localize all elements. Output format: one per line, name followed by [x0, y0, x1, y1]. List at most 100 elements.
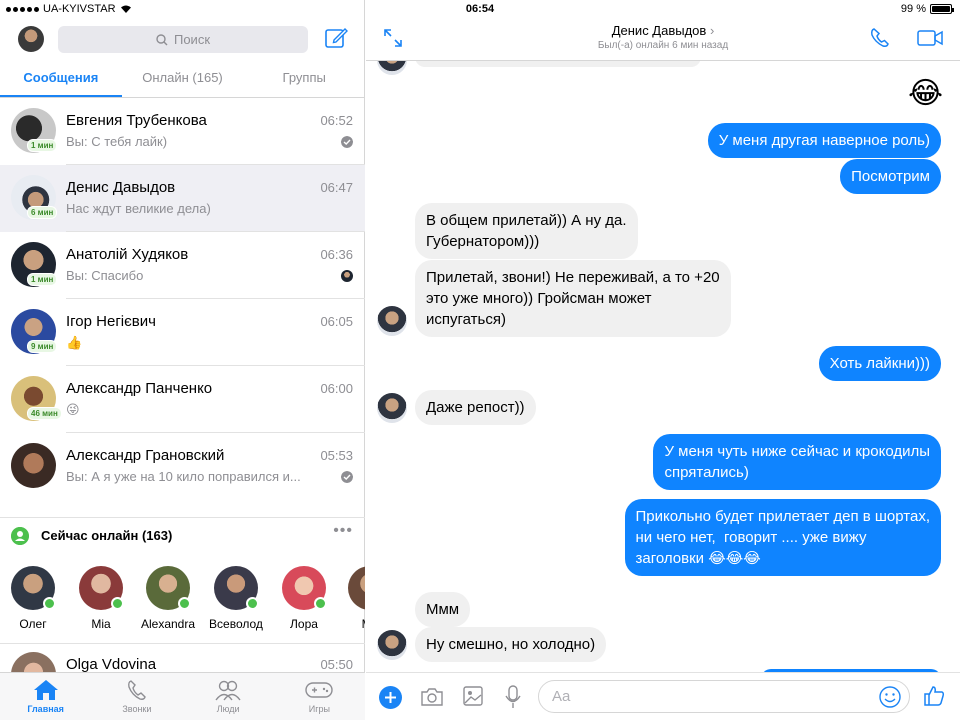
conversation-time: 05:53: [320, 448, 353, 463]
sidebar-header: Поиск: [0, 20, 365, 60]
avatar: [146, 566, 191, 610]
message-bubble-incoming: Ммм: [415, 592, 471, 627]
conversation-item[interactable]: 46 мин Александр Панченко 😜 06:00: [0, 366, 365, 433]
conversation-item[interactable]: Александр Грановский Вы: А я уже на 10 к…: [0, 433, 365, 500]
tab-label: Звонки: [122, 704, 152, 714]
online-person[interactable]: Mia: [71, 566, 131, 631]
message-bubble-outgoing: Прикольно будет прилетает деп в шортах, …: [624, 499, 941, 576]
tab-games[interactable]: Игры: [274, 673, 365, 720]
search-placeholder: Поиск: [173, 32, 211, 47]
gallery-icon[interactable]: [463, 686, 483, 706]
online-person[interactable]: Всеволод: [206, 566, 266, 631]
tab-groups[interactable]: Группы: [243, 60, 365, 97]
tab-calls[interactable]: Звонки: [91, 673, 182, 720]
conversation-name: Ігор Негієвич: [66, 313, 156, 330]
avatar: [377, 630, 407, 660]
online-person-name: Alexandra: [140, 617, 196, 631]
active-time-badge: 1 мин: [27, 273, 58, 286]
tab-label: Люди: [216, 704, 240, 714]
active-time-badge: 6 мин: [27, 206, 58, 219]
video-call-icon[interactable]: [917, 29, 943, 47]
add-icon[interactable]: [379, 686, 402, 709]
conversation-time: 06:05: [320, 314, 353, 329]
online-person[interactable]: Ми: [340, 566, 365, 631]
conversation-preview: Вы: С тебя лайк): [66, 134, 168, 149]
tab-label: Главная: [27, 704, 64, 714]
tab-people[interactable]: Люди: [183, 673, 274, 720]
like-icon[interactable]: [923, 685, 945, 707]
tab-messages[interactable]: Сообщения: [0, 60, 122, 97]
avatar: [348, 566, 365, 610]
emoji-message: 😂: [907, 77, 943, 110]
avatar: [282, 566, 327, 610]
home-icon: [33, 680, 58, 700]
sidebar-tabs: Сообщения Онлайн (165) Группы: [0, 60, 365, 98]
conversation-name: Денис Давыдов: [66, 179, 176, 196]
conversation-time: 05:50: [320, 657, 353, 672]
avatar: [11, 566, 56, 610]
message-input[interactable]: Aa: [538, 680, 910, 713]
online-person-name: Ми: [340, 617, 365, 631]
message-bubble-incoming: Прилетай, звони!) Не переживай, а то +20…: [415, 260, 731, 337]
seen-avatar-icon: [341, 270, 353, 282]
message-bubble-partial: [415, 61, 701, 67]
conversation-item[interactable]: 1 мин Анатолій Худяков Вы: Спасибо 06:36: [0, 232, 365, 299]
avatar: [377, 306, 407, 336]
status-bar: UA-KYIVSTAR 06:54 99 %: [0, 0, 960, 20]
bottom-tab-bar: Главная Звонки Люди Игры: [0, 672, 365, 720]
sent-check-icon: [341, 136, 353, 148]
conversation-item[interactable]: 1 мин Евгения Трубенкова Вы: С тебя лайк…: [0, 98, 365, 165]
search-input[interactable]: Поиск: [58, 26, 308, 53]
more-icon[interactable]: •••: [333, 522, 353, 540]
online-now-title: Сейчас онлайн (163): [41, 528, 173, 543]
online-person-name: Mia: [91, 617, 111, 631]
online-indicator: [43, 597, 56, 610]
active-time-badge: 1 мин: [27, 139, 58, 152]
message-composer: Aa: [366, 672, 960, 720]
message-placeholder: Aa: [552, 688, 571, 705]
conversation-item[interactable]: 6 мин Денис Давыдов Нас ждут великие дел…: [0, 165, 365, 232]
online-indicator: [246, 597, 259, 610]
online-people-row: Олег Mia Alexandra Всеволод Лора Ми: [0, 560, 365, 640]
online-now-header: Сейчас онлайн (163) •••: [0, 517, 365, 553]
message-bubble-outgoing: У меня чуть ниже сейчас и крокодилы спря…: [653, 434, 941, 490]
contact-name-text: Денис Давыдов: [611, 23, 707, 38]
person-online-icon: [11, 527, 29, 545]
clock: 06:54: [465, 3, 495, 15]
conversation-name: Александр Панченко: [66, 380, 213, 397]
conversation-item[interactable]: 9 мин Ігор Негієвич 👍 06:05: [0, 299, 365, 366]
sent-check-icon: [341, 471, 353, 483]
conversation-time: 06:52: [320, 113, 353, 128]
chevron-right-icon: ›: [709, 23, 715, 38]
avatar: [11, 443, 56, 488]
message-thread: 😂 У меня другая наверное роль) Посмотрим…: [366, 61, 960, 672]
avatar: [214, 566, 259, 610]
camera-icon[interactable]: [420, 687, 444, 707]
conversation-name: Olga Vdovina: [66, 656, 157, 673]
conversation-time: 06:00: [320, 381, 353, 396]
conversation-list: 1 мин Евгения Трубенкова Вы: С тебя лайк…: [0, 98, 365, 500]
microphone-icon[interactable]: [505, 685, 521, 709]
online-person-name: Лора: [290, 617, 318, 631]
compose-icon[interactable]: [324, 26, 348, 50]
online-person[interactable]: Alexandra: [138, 566, 198, 631]
online-person[interactable]: Лора: [274, 566, 334, 631]
message-bubble-outgoing: Посмотрим: [840, 159, 941, 194]
online-indicator: [314, 597, 327, 610]
search-icon: [156, 33, 168, 45]
conversation-time: 06:47: [320, 180, 353, 195]
my-avatar[interactable]: [18, 26, 44, 52]
phone-call-icon[interactable]: [869, 27, 891, 49]
emoji-icon[interactable]: [879, 686, 901, 708]
conversation-preview: Вы: А я уже на 10 кило поправился и...: [66, 469, 301, 484]
online-person-name: Всеволод: [209, 617, 263, 631]
conversation-time: 06:36: [320, 247, 353, 262]
online-person[interactable]: Олег: [3, 566, 63, 631]
tab-online[interactable]: Онлайн (165): [122, 60, 244, 97]
message-bubble-incoming: Даже репост)): [415, 390, 536, 425]
message-bubble-outgoing: Хоть лайкни))): [818, 346, 941, 381]
tab-home[interactable]: Главная: [0, 673, 91, 720]
active-time-badge: 9 мин: [27, 340, 58, 353]
online-person-name: Олег: [19, 617, 47, 631]
tab-label: Игры: [308, 704, 330, 714]
